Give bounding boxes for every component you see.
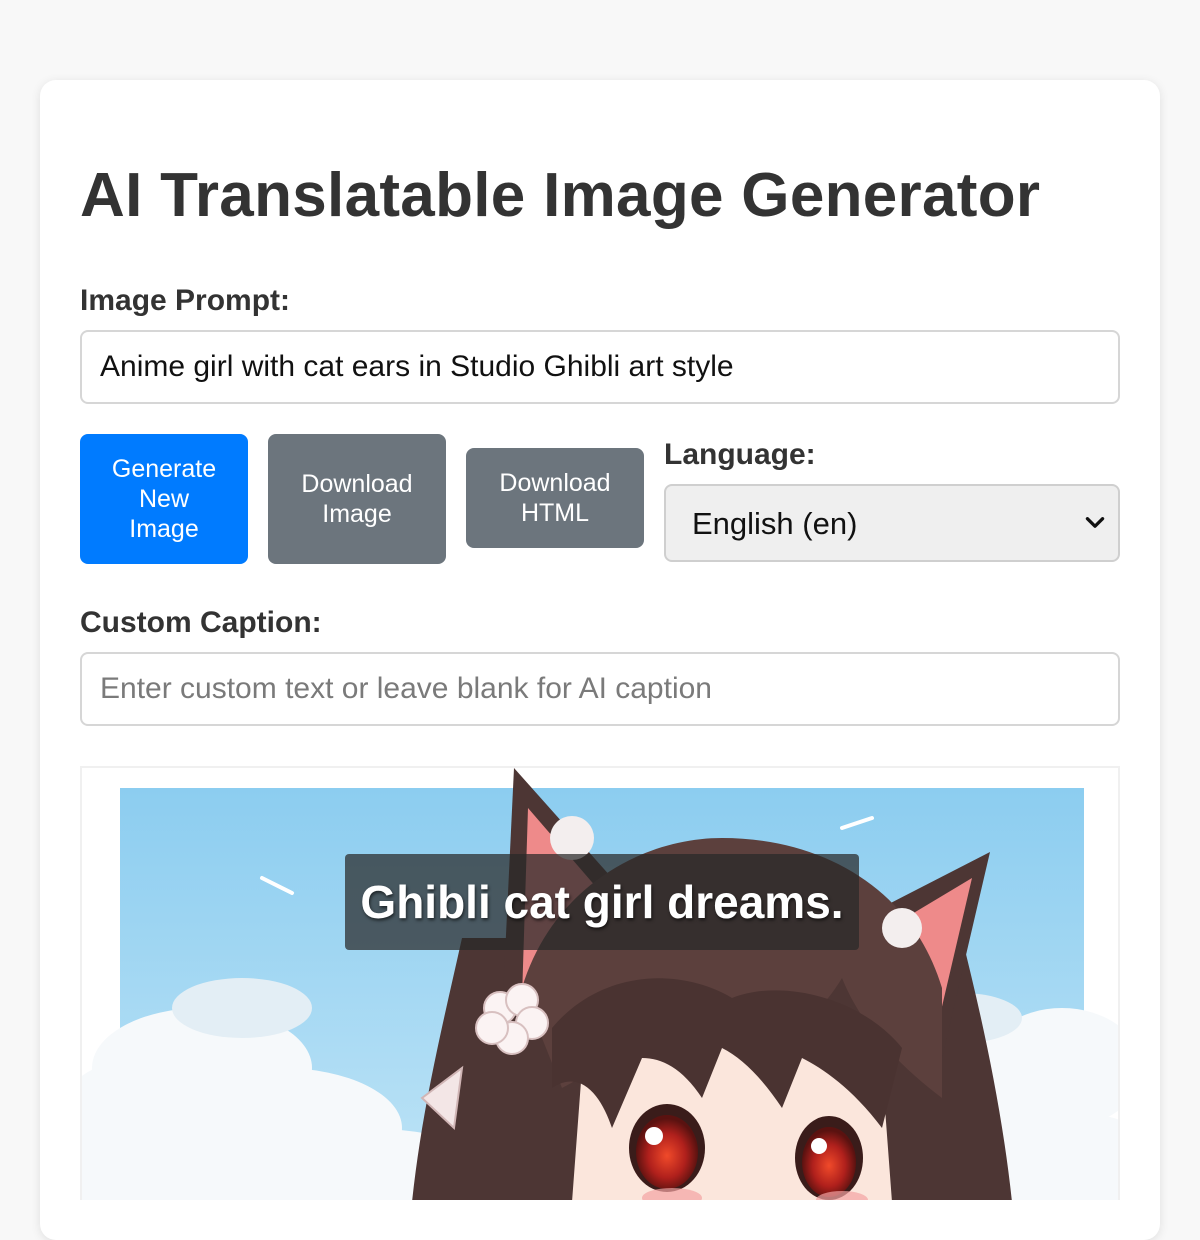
generate-button-label-line1: Generate (111, 455, 217, 483)
download-image-button[interactable]: Download Image (268, 434, 446, 564)
language-selected-value: English (en) (692, 506, 858, 541)
language-label: Language: (664, 438, 816, 471)
language-select[interactable]: English (en) (664, 484, 1120, 562)
anime-cat-girl-illustration (82, 768, 1118, 1200)
download-image-label-line1: Download (301, 470, 413, 498)
image-caption-overlay: Ghibli cat girl dreams. (345, 854, 859, 950)
custom-caption-input[interactable] (80, 652, 1120, 726)
generate-button-label-line3: Image (129, 515, 199, 543)
chevron-down-icon (1085, 517, 1105, 528)
download-html-button[interactable]: Download HTML (466, 448, 644, 548)
image-prompt-label: Image Prompt: (80, 284, 291, 317)
image-preview: Ghibli cat girl dreams. (80, 766, 1120, 1200)
download-html-label-line2: HTML (520, 499, 590, 527)
custom-caption-label: Custom Caption: (80, 606, 322, 639)
generate-new-image-button[interactable]: Generate New Image (80, 434, 248, 564)
image-prompt-input[interactable] (80, 330, 1120, 404)
download-html-label-line1: Download (499, 469, 611, 497)
page-title: AI Translatable Image Generator (80, 161, 1041, 230)
download-image-label-line2: Image (322, 500, 392, 528)
generate-button-label-line2: New (138, 485, 189, 513)
